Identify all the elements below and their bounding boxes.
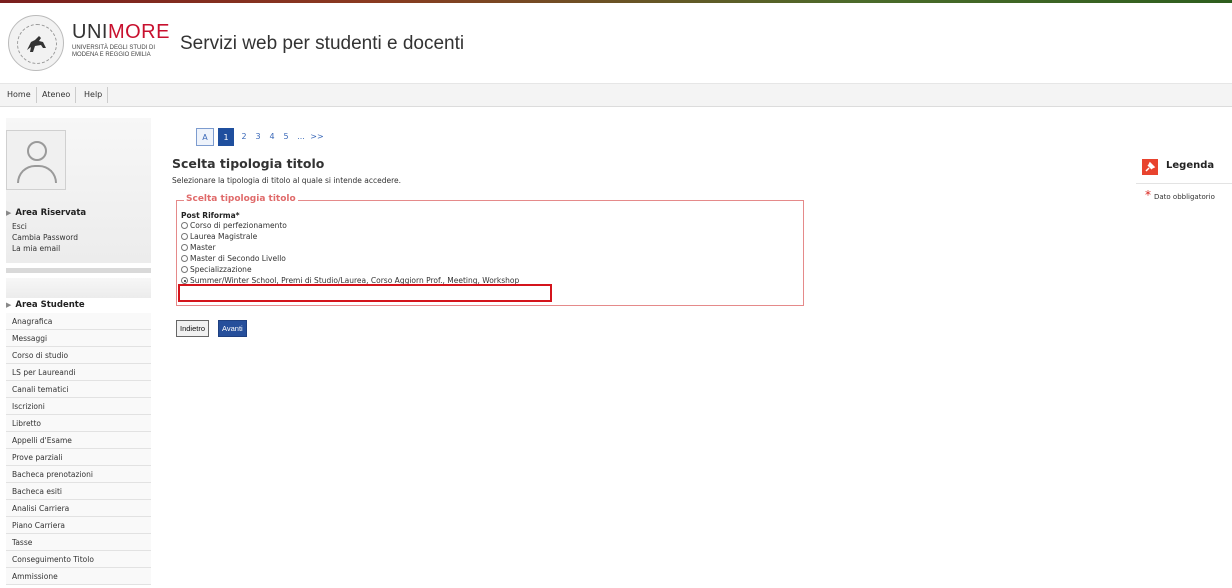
chevron-right-icon: ▶ — [6, 209, 12, 217]
student-header-bg — [6, 278, 151, 298]
legend-title: Legenda — [1166, 160, 1215, 171]
link-cambia-password[interactable]: Cambia Password — [12, 233, 78, 242]
pin-icon[interactable] — [1142, 159, 1158, 175]
sidebar-item-tasse[interactable]: Tasse — [6, 534, 151, 551]
nav-help[interactable]: Help — [79, 87, 109, 103]
nav-home[interactable]: Home — [2, 87, 37, 103]
legend-required-text: Dato obbligatorio — [1154, 193, 1215, 201]
brand-wordmark: UNIMORE — [72, 21, 170, 44]
avatar — [6, 130, 66, 190]
sidebar-item-ammissione[interactable]: Ammissione — [6, 568, 151, 585]
sidebar-item-canali-tematici[interactable]: Canali tematici — [6, 381, 151, 398]
link-esci[interactable]: Esci — [12, 222, 27, 231]
header: UNIMORE UNIVERSITÀ DEGLI STUDI DI MODENA… — [0, 3, 1232, 84]
sidebar-item-piano-carriera[interactable]: Piano Carriera — [6, 517, 151, 534]
radio-icon[interactable] — [181, 255, 188, 262]
section-title-student: Area Studente — [15, 300, 85, 310]
option-label: Specializzazione — [190, 265, 252, 274]
sidebar-item-anagrafica[interactable]: Anagrafica — [6, 313, 151, 330]
legend-divider — [1136, 183, 1232, 184]
option-corso-perfezionamento[interactable]: Corso di perfezionamento — [181, 221, 287, 231]
sidebar-divider — [6, 268, 151, 273]
page-description: Selezionare la tipologia di titolo al qu… — [172, 176, 402, 185]
sidebar-item-ls-laureandi[interactable]: LS per Laureandi — [6, 364, 151, 381]
top-nav: Home Ateneo Help — [0, 84, 1232, 107]
pager-step-4[interactable]: 4 — [266, 128, 278, 146]
site-title: Servizi web per studenti e docenti — [180, 33, 465, 54]
brand-sub-line2: MODENA E REGGIO EMILIA — [72, 52, 151, 58]
brand-logo[interactable]: UNIMORE UNIVERSITÀ DEGLI STUDI DI MODENA… — [72, 21, 170, 59]
option-label: Corso di perfezionamento — [190, 221, 287, 230]
brand-prefix: UNI — [72, 21, 108, 43]
sidebar-item-libretto[interactable]: Libretto — [6, 415, 151, 432]
option-label: Laurea Magistrale — [190, 232, 258, 241]
option-master[interactable]: Master — [181, 243, 216, 253]
fieldset-legend: Scelta tipologia titolo — [184, 194, 298, 204]
sidebar: ▶ Area Riservata Esci Cambia Password La … — [6, 118, 151, 588]
brand-subtitle: UNIVERSITÀ DEGLI STUDI DI MODENA E REGGI… — [72, 45, 170, 59]
pager-step-a[interactable]: A — [196, 128, 214, 146]
sidebar-item-analisi-carriera[interactable]: Analisi Carriera — [6, 500, 151, 517]
option-label: Master — [190, 243, 216, 252]
required-star-icon: * — [1145, 188, 1151, 202]
sidebar-item-messaggi[interactable]: Messaggi — [6, 330, 151, 347]
avatar-body-shape — [17, 165, 57, 183]
link-mia-email[interactable]: La mia email — [12, 244, 60, 253]
pager-step-3[interactable]: 3 — [252, 128, 264, 146]
sidebar-item-bacheca-esiti[interactable]: Bacheca esiti — [6, 483, 151, 500]
sidebar-item-appelli[interactable]: Appelli d'Esame — [6, 432, 151, 449]
radio-icon[interactable] — [181, 222, 188, 229]
brand-sub-line1: UNIVERSITÀ DEGLI STUDI DI — [72, 45, 156, 51]
section-area-studente[interactable]: ▶ Area Studente — [6, 300, 85, 310]
option-laurea-magistrale[interactable]: Laurea Magistrale — [181, 232, 257, 242]
radio-selected-icon[interactable] — [181, 277, 188, 284]
pager-step-1[interactable]: 1 — [218, 128, 234, 146]
radio-icon[interactable] — [181, 233, 188, 240]
sidebar-item-bacheca-prenotazioni[interactable]: Bacheca prenotazioni — [6, 466, 151, 483]
option-master-secondo-livello[interactable]: Master di Secondo Livello — [181, 254, 286, 264]
brand-suffix: MORE — [107, 21, 170, 43]
option-label: Master di Secondo Livello — [190, 254, 286, 263]
nav-ateneo[interactable]: Ateneo — [37, 87, 77, 103]
back-button[interactable]: Indietro — [176, 320, 210, 337]
avatar-head-shape — [27, 141, 47, 161]
sidebar-item-conseguimento-titolo[interactable]: Conseguimento Titolo — [6, 551, 151, 568]
pager-step-5[interactable]: 5 — [280, 128, 292, 146]
pager-next[interactable]: >> — [310, 128, 324, 146]
chevron-right-icon: ▶ — [6, 301, 12, 309]
section-area-riservata[interactable]: ▶ Area Riservata — [6, 208, 86, 218]
next-button[interactable]: Avanti — [218, 320, 247, 337]
horse-rider-icon — [27, 36, 46, 52]
option-specializzazione[interactable]: Specializzazione — [181, 265, 252, 275]
selection-highlight-box — [178, 284, 552, 302]
pager-ellipsis[interactable]: ... — [294, 128, 308, 146]
sidebar-item-iscrizioni[interactable]: Iscrizioni — [6, 398, 151, 415]
group-label-post-riforma: Post Riforma* — [181, 211, 240, 220]
radio-icon[interactable] — [181, 266, 188, 273]
section-title-reserved: Area Riservata — [15, 208, 87, 218]
radio-icon[interactable] — [181, 244, 188, 251]
university-seal-logo[interactable] — [8, 15, 64, 71]
sidebar-item-corso-di-studio[interactable]: Corso di studio — [6, 347, 151, 364]
sidebar-item-prove-parziali[interactable]: Prove parziali — [6, 449, 151, 466]
page-title: Scelta tipologia titolo — [172, 156, 325, 171]
pager-step-2[interactable]: 2 — [238, 128, 250, 146]
pin-glyph — [1145, 161, 1156, 172]
